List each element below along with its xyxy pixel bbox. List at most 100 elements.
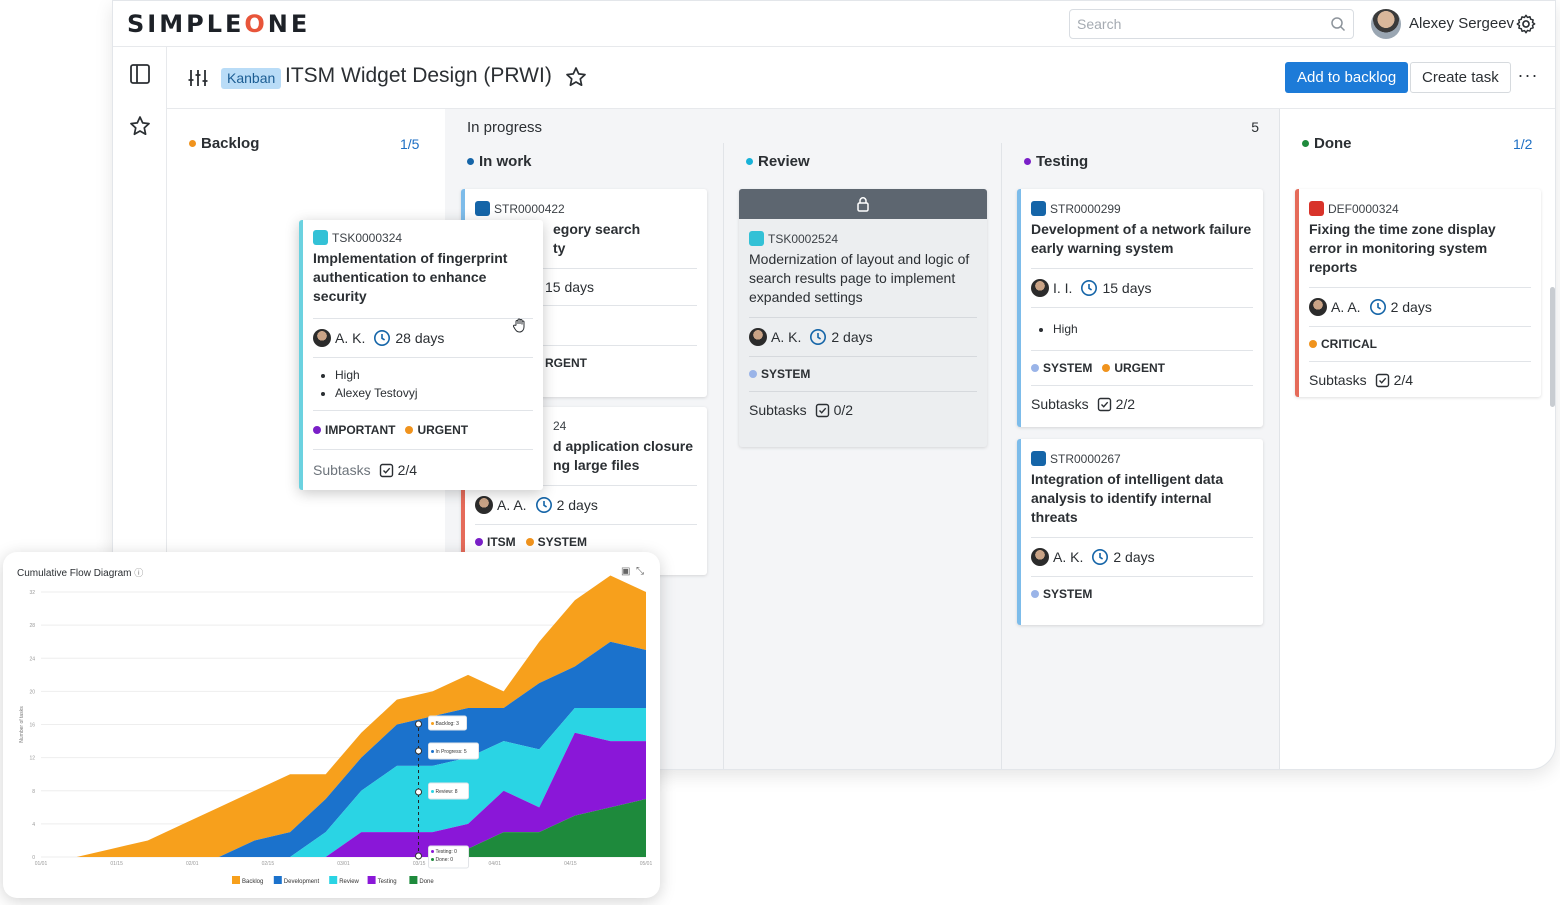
- board-header: Kanban ITSM Widget Design (PRWI) Add to …: [167, 47, 1555, 109]
- search-icon[interactable]: [1330, 16, 1346, 32]
- column-header-done: Done: [1302, 135, 1352, 152]
- task-title: Development of a network failure early w…: [1031, 220, 1253, 269]
- star-icon[interactable]: [565, 66, 587, 88]
- logo[interactable]: SIMPLEONE: [127, 10, 310, 38]
- task-title: Integration of intelligent data analysis…: [1031, 470, 1253, 538]
- responsible-person: Alexey Testovyj: [335, 386, 533, 400]
- legend-label: Development: [284, 879, 320, 885]
- task-icon: [313, 230, 328, 245]
- legend-label: Review: [339, 879, 359, 885]
- column-title: Done: [1314, 135, 1352, 152]
- task-card-locked[interactable]: TSK0002524 Modernization of layout and l…: [739, 189, 987, 447]
- gear-icon[interactable]: [1515, 13, 1537, 35]
- task-title: Implementation of fingerprint authentica…: [313, 249, 533, 319]
- column-title: Review: [758, 153, 810, 170]
- subtasks-row: Subtasks 2/4: [1309, 372, 1414, 388]
- column-header-review: Review: [746, 153, 810, 170]
- legend-swatch: [367, 876, 376, 884]
- tooltip-text: Backlog: 3: [436, 721, 460, 727]
- cumulative-flow-chart-window: Cumulative Flow Diagram ⓘ ▣ ⤡ 0 4 8 12 16 20 2…: [3, 552, 660, 898]
- avatar: [749, 328, 767, 346]
- scrollbar[interactable]: [1550, 287, 1555, 407]
- avatar: [475, 496, 493, 514]
- favorites-star-icon[interactable]: [129, 115, 151, 137]
- view-type-badge: Kanban: [221, 68, 282, 89]
- column-count[interactable]: 1/5: [400, 136, 419, 152]
- defect-icon: [1309, 201, 1324, 216]
- create-task-button[interactable]: Create task: [1410, 62, 1511, 93]
- tooltip-dot: [431, 790, 435, 793]
- status-dot: [746, 158, 753, 165]
- duration-text: 2 days: [556, 497, 598, 513]
- story-icon: [1031, 451, 1046, 466]
- legend-swatch: [409, 876, 418, 884]
- more-options-icon[interactable]: ···: [1517, 66, 1539, 87]
- chart-canvas: 048121620242832Number of tasks01/01 01/15…: [19, 575, 652, 885]
- clock-icon: [374, 330, 391, 346]
- tooltip-text: Done: 0: [436, 857, 454, 863]
- clock-icon: [1369, 299, 1386, 315]
- task-title: Fixing the time zone display error in mo…: [1309, 220, 1531, 288]
- hover-point: [415, 720, 423, 728]
- x-tick-label: 01/15: [110, 861, 123, 867]
- group-title: In progress: [467, 119, 543, 136]
- column-title: Testing: [1036, 153, 1089, 170]
- hover-point: [415, 852, 423, 860]
- task-card[interactable]: STR0000267 Integration of intelligent da…: [1017, 439, 1263, 625]
- page-title: ITSM Widget Design (PRWI): [285, 64, 552, 87]
- task-code: STR0000299: [1031, 201, 1253, 216]
- column-count[interactable]: 1/2: [1513, 136, 1532, 152]
- story-icon: [475, 201, 490, 216]
- column-title: Backlog: [201, 135, 260, 152]
- checkbox-icon: [379, 463, 393, 477]
- task-card[interactable]: DEF0000324 Fixing the time zone display …: [1295, 189, 1541, 397]
- locked-banner: [739, 189, 987, 219]
- tag-itsm: ITSM: [475, 535, 516, 549]
- task-code: TSK0002524: [749, 231, 977, 246]
- status-dot: [1024, 158, 1031, 165]
- duration-text: 15 days: [545, 279, 595, 295]
- task-tags-row: CRITICAL: [1309, 327, 1531, 362]
- hover-point: [415, 747, 423, 755]
- dragged-task-card[interactable]: TSK0000324 Implementation of fingerprint…: [299, 220, 543, 490]
- tooltip-dot: [431, 750, 435, 753]
- duration-text: 2 days: [1113, 549, 1155, 565]
- column-header-testing: Testing: [1024, 153, 1088, 170]
- legend-label: Done: [419, 879, 434, 885]
- checkbox-icon: [1097, 397, 1111, 411]
- x-tick-label: 03/01: [337, 861, 350, 867]
- y-tick-label: 32: [29, 590, 35, 596]
- top-bar: SIMPLEONE Alexey Sergeev: [113, 1, 1555, 47]
- avatar: [313, 329, 331, 347]
- story-icon: [1031, 201, 1046, 216]
- y-tick-label: 16: [29, 723, 35, 729]
- tooltip-dot: [431, 858, 435, 861]
- y-tick-label: 8: [32, 789, 35, 795]
- subtasks-row: Subtasks 0/2: [749, 402, 854, 418]
- tooltip-dot: [431, 722, 435, 725]
- user-avatar[interactable]: [1371, 9, 1401, 39]
- duration-text: 15 days: [1102, 280, 1152, 296]
- task-fields-row: High: [1031, 308, 1253, 351]
- task-title: Modernization of layout and logic of sea…: [749, 250, 977, 318]
- checkbox-icon: [1375, 373, 1389, 387]
- search-box[interactable]: [1069, 9, 1354, 39]
- y-axis-label: Number of tasks: [19, 706, 25, 743]
- x-tick-label: 01/01: [35, 861, 48, 867]
- filter-settings-icon[interactable]: [187, 67, 209, 89]
- tag-critical: CRITICAL: [1309, 337, 1377, 351]
- sidebar-toggle-icon[interactable]: [129, 63, 151, 85]
- y-tick-label: 20: [29, 689, 35, 695]
- search-input[interactable]: [1070, 10, 1310, 38]
- assignee: A. K.: [1053, 549, 1084, 565]
- tag-system: SYSTEM: [1031, 587, 1092, 601]
- task-meta-row: A. K. 2 days: [1031, 538, 1253, 577]
- subtasks-row: Subtasks 2/2: [1031, 396, 1136, 412]
- tag-system: SYSTEM: [525, 535, 587, 549]
- task-card[interactable]: STR0000299 Development of a network fail…: [1017, 189, 1263, 427]
- user-name[interactable]: Alexey Sergeev: [1409, 15, 1514, 32]
- column-header-in-work: In work: [467, 153, 532, 170]
- clock-icon: [810, 329, 827, 345]
- y-tick-label: 4: [32, 822, 35, 828]
- add-to-backlog-button[interactable]: Add to backlog: [1285, 62, 1409, 93]
